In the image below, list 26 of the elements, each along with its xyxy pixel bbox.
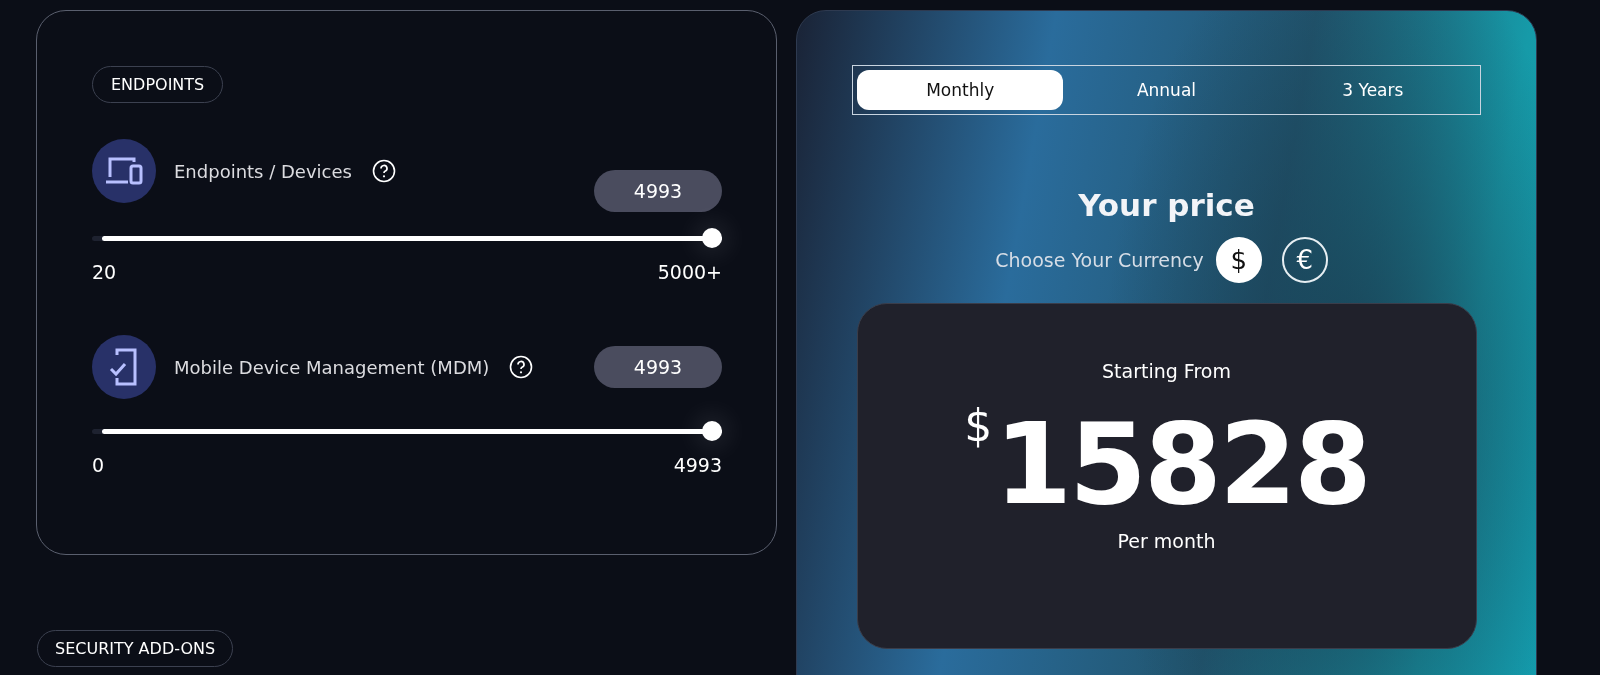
slider-label: Mobile Device Management (MDM) [174,356,490,378]
max-label: 5000+ [657,261,722,283]
slider-thumb[interactable] [702,421,722,441]
billing-tab[interactable]: Annual [1063,70,1270,110]
section-label: ENDPOINTS [92,66,224,103]
value-field[interactable]: 4993 [594,346,722,388]
starting-label: Starting From [1102,360,1231,382]
billing-tab[interactable]: 3 Years [1269,70,1476,110]
currency-button[interactable]: € [1281,237,1328,283]
slider-label: Endpoints / Devices [174,160,352,182]
period-label: Per month [1117,530,1216,552]
min-label: 20 [92,261,117,283]
laptop-phone-icon [104,155,144,187]
help-icon[interactable] [509,355,534,379]
currency-button[interactable]: $ [1215,237,1262,283]
section-label: SECURITY ADD-ONS [37,630,234,667]
max-label: 4993 [673,454,722,476]
slider-thumb[interactable] [702,228,722,248]
currency-sign: $ [964,400,993,451]
billing-tab[interactable]: Monthly [857,70,1064,110]
price-amount: 15828 [994,408,1369,520]
help-icon[interactable] [371,159,396,183]
currency-label: Choose Your Currency [995,249,1204,271]
value-field[interactable]: 4993 [594,170,722,212]
price-title: Your price [1078,187,1255,223]
min-label: 0 [92,454,105,476]
